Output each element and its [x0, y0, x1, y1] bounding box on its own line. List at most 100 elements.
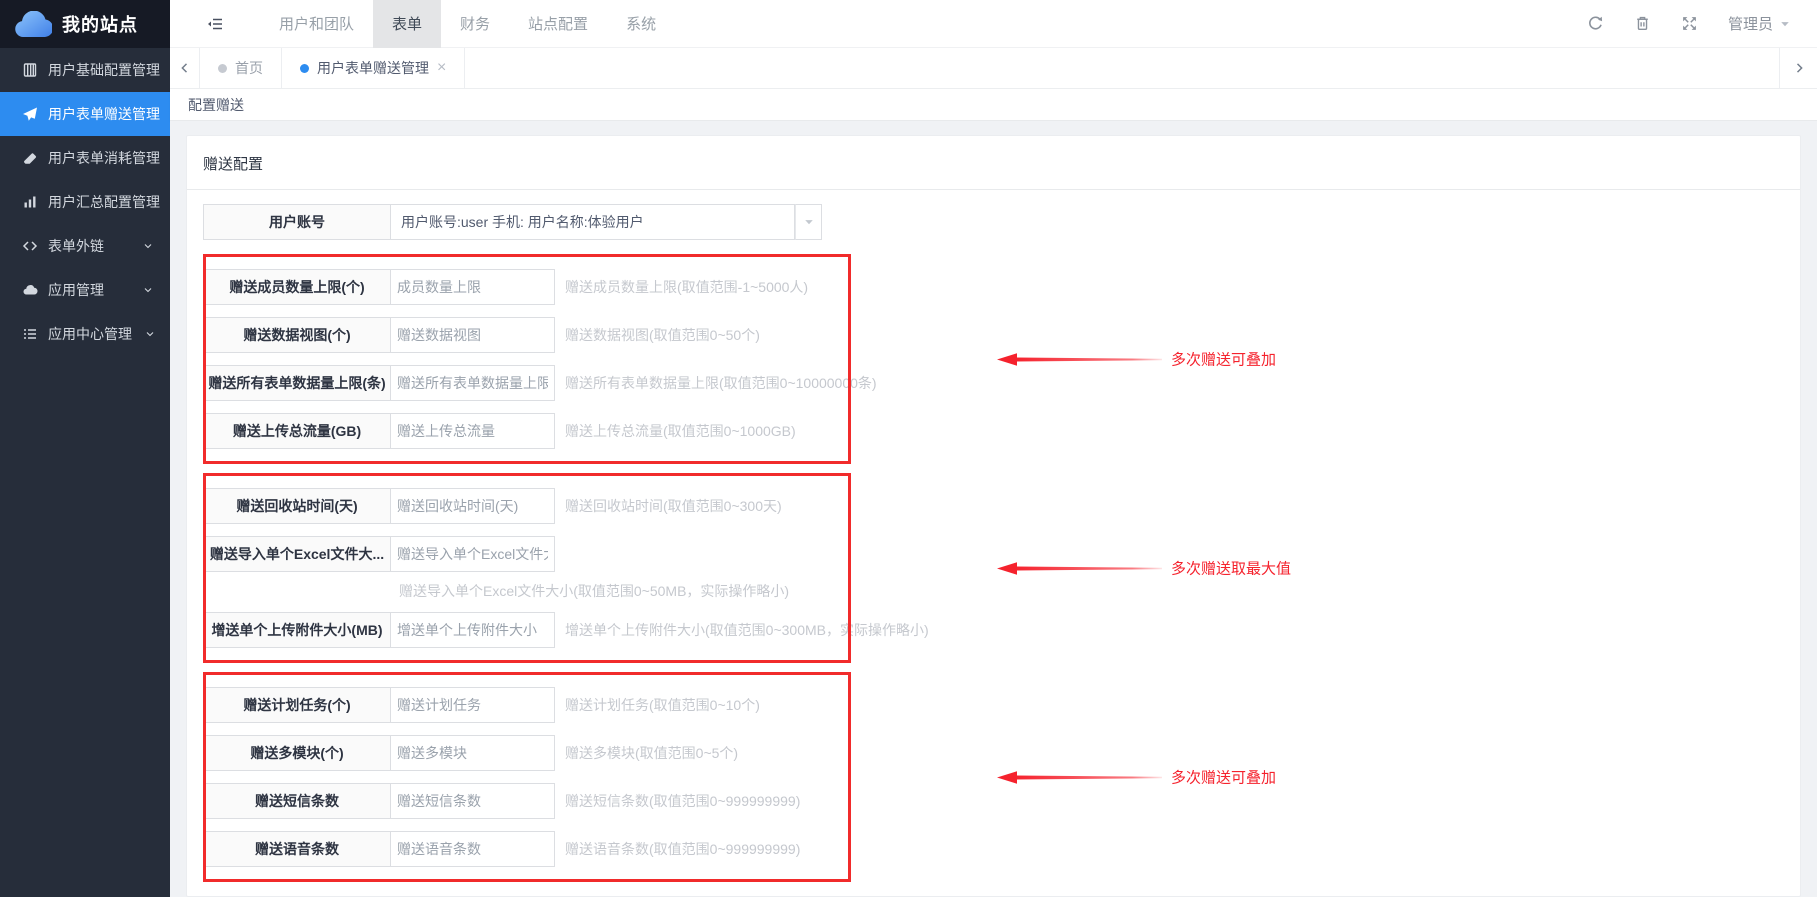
field-label: 赠送导入单个Excel文件大... — [203, 536, 391, 572]
tab-label: 首页 — [235, 60, 263, 76]
collapse-menu-icon[interactable] — [206, 16, 224, 32]
form-row-data-views: 赠送数据视图(个) 赠送数据视图(取值范围0~50个) — [203, 317, 851, 353]
multi-modules-input[interactable] — [391, 735, 555, 771]
scheduled-tasks-input[interactable] — [391, 687, 555, 723]
nav-site-config[interactable]: 站点配置 — [509, 0, 607, 48]
trash-icon[interactable] — [1634, 15, 1651, 32]
tab-user-form-gift[interactable]: 用户表单赠送管理 × — [282, 48, 466, 88]
recycle-time-input[interactable] — [391, 488, 555, 524]
tab-bar: 首页 用户表单赠送管理 × — [170, 48, 1817, 89]
annotation-text: 多次赠送可叠加 — [1171, 769, 1277, 787]
top-header: 我的站点 用户和团队 表单 财务 站点配置 系统 管理员 — [0, 0, 1817, 48]
field-label: 赠送多模块(个) — [203, 735, 391, 771]
form-row-sms-count: 赠送短信条数 赠送短信条数(取值范围0~999999999) — [203, 783, 851, 819]
nav-finance[interactable]: 财务 — [441, 0, 509, 48]
sidebar-item-label: 应用管理 — [48, 282, 104, 298]
nav-users-teams[interactable]: 用户和团队 — [260, 0, 373, 48]
sidebar-item-label: 用户表单赠送管理 — [48, 106, 160, 122]
list-icon — [24, 329, 36, 339]
field-label: 增送单个上传附件大小(MB) — [203, 612, 391, 648]
cloud-logo-icon — [15, 10, 52, 37]
nav-forms[interactable]: 表单 — [373, 0, 442, 48]
sidebar-item-user-form-gift[interactable]: 用户表单赠送管理 — [0, 92, 170, 136]
journal-icon — [23, 63, 37, 77]
sidebar-item-app-center-management[interactable]: 应用中心管理 — [0, 312, 170, 356]
sidebar-item-user-base-config[interactable]: 用户基础配置管理 — [0, 48, 170, 92]
attachment-size-input[interactable] — [391, 612, 555, 648]
upload-traffic-input[interactable] — [391, 413, 555, 449]
field-hint: 赠送上传总流量(取值范围0~1000GB) — [565, 423, 796, 439]
bar-chart-icon — [24, 196, 36, 208]
field-label: 用户账号 — [203, 204, 391, 240]
field-hint: 赠送短信条数(取值范围0~999999999) — [565, 793, 801, 809]
breadcrumb-current: 配置赠送 — [188, 96, 244, 113]
link-icon — [22, 241, 38, 251]
voice-count-input[interactable] — [391, 831, 555, 867]
member-limit-input[interactable] — [391, 269, 555, 305]
eraser-icon — [24, 153, 37, 164]
tab-home[interactable]: 首页 — [200, 48, 282, 88]
nav-system[interactable]: 系统 — [607, 0, 675, 48]
gift-group-stackable-1: 赠送成员数量上限(个) 赠送成员数量上限(取值范围-1~5000人) 赠送数据视… — [203, 254, 1276, 464]
annotation-text: 多次赠送可叠加 — [1171, 351, 1277, 369]
field-hint: 赠送计划任务(取值范围0~10个) — [565, 697, 760, 713]
breadcrumb: 配置赠送 — [170, 89, 1817, 121]
form-data-limit-input[interactable] — [391, 365, 555, 401]
sidebar-item-label: 用户汇总配置管理 — [48, 194, 160, 210]
gift-config-card: 赠送配置 用户账号 用户账号:user 手机: 用户名称:体验用户 赠送成员数量… — [186, 135, 1801, 897]
field-hint: 赠送语音条数(取值范围0~999999999) — [565, 841, 801, 857]
field-hint: 赠送数据视图(取值范围0~50个) — [565, 327, 760, 343]
field-label: 赠送上传总流量(GB) — [203, 413, 391, 449]
field-hint: 赠送导入单个Excel文件大小(取值范围0~50MB，实际操作略小) — [399, 583, 790, 599]
sidebar-item-app-management[interactable]: 应用管理 — [0, 268, 170, 312]
gift-config-form: 用户账号 用户账号:user 手机: 用户名称:体验用户 赠送成员数量上限(个) — [187, 190, 1800, 882]
annotation-stackable-1: 多次赠送可叠加 — [997, 349, 1276, 370]
field-hint: 赠送所有表单数据量上限(取值范围0~10000000条) — [565, 375, 877, 391]
annotation-stackable-2: 多次赠送可叠加 — [997, 767, 1276, 788]
form-row-scheduled-tasks: 赠送计划任务(个) 赠送计划任务(取值范围0~10个) — [203, 687, 851, 723]
gift-group-stackable-2: 赠送计划任务(个) 赠送计划任务(取值范围0~10个) 赠送多模块(个) 赠送多… — [203, 672, 1276, 882]
form-row-form-data-limit: 赠送所有表单数据量上限(条) 赠送所有表单数据量上限(取值范围0~1000000… — [203, 365, 877, 401]
select-caret-button[interactable] — [795, 204, 822, 240]
form-row-voice-count: 赠送语音条数 赠送语音条数(取值范围0~999999999) — [203, 831, 851, 867]
fullscreen-icon[interactable] — [1681, 15, 1698, 32]
tabs-scroll-left-icon[interactable] — [170, 48, 200, 88]
sidebar-item-form-external-link[interactable]: 表单外链 — [0, 224, 170, 268]
form-row-upload-traffic: 赠送上传总流量(GB) 赠送上传总流量(取值范围0~1000GB) — [203, 413, 851, 449]
close-icon[interactable]: × — [437, 60, 446, 76]
sms-count-input[interactable] — [391, 783, 555, 819]
field-hint: 赠送多模块(取值范围0~5个) — [565, 745, 739, 761]
excel-size-input[interactable] — [391, 536, 555, 572]
field-label: 赠送数据视图(个) — [203, 317, 391, 353]
user-account-value: 用户账号:user 手机: 用户名称:体验用户 — [401, 214, 644, 230]
sidebar-item-user-summary-config[interactable]: 用户汇总配置管理 — [0, 180, 170, 224]
form-row-excel-size: 赠送导入单个Excel文件大... 赠送导入单个Excel文件大小(取值范围0~… — [203, 536, 851, 600]
send-icon — [23, 107, 37, 121]
refresh-icon[interactable] — [1587, 15, 1604, 32]
form-row-recycle-time: 赠送回收站时间(天) 赠送回收站时间(取值范围0~300天) — [203, 488, 851, 524]
sidebar-item-label: 表单外链 — [48, 238, 104, 254]
tab-dot — [218, 63, 227, 73]
top-nav: 用户和团队 表单 财务 站点配置 系统 — [260, 0, 675, 48]
field-label: 赠送计划任务(个) — [203, 687, 391, 723]
data-views-input[interactable] — [391, 317, 555, 353]
form-row-multi-modules: 赠送多模块(个) 赠送多模块(取值范围0~5个) — [203, 735, 851, 771]
sidebar-item-label: 用户表单消耗管理 — [48, 150, 160, 166]
tab-dot — [300, 63, 309, 73]
sidebar-item-label: 应用中心管理 — [48, 326, 132, 342]
sidebar-item-user-form-consume[interactable]: 用户表单消耗管理 — [0, 136, 170, 180]
chevron-down-icon — [1781, 21, 1789, 26]
card-title: 赠送配置 — [203, 156, 264, 173]
user-account-select[interactable]: 用户账号:user 手机: 用户名称:体验用户 — [391, 204, 795, 240]
form-row-attachment-size: 增送单个上传附件大小(MB) 增送单个上传附件大小(取值范围0~300MB，实际… — [203, 612, 929, 648]
admin-user-menu[interactable]: 管理员 — [1728, 13, 1791, 34]
tabs-scroll-right-icon[interactable] — [1779, 48, 1817, 88]
chevron-down-icon — [146, 332, 154, 337]
cloud-icon — [23, 285, 38, 295]
field-label: 赠送回收站时间(天) — [203, 488, 391, 524]
annotation-text: 多次赠送取最大值 — [1171, 560, 1292, 578]
site-name: 我的站点 — [62, 15, 138, 35]
field-hint: 赠送成员数量上限(取值范围-1~5000人) — [565, 279, 809, 295]
annotation-max-value: 多次赠送取最大值 — [997, 558, 1291, 579]
admin-label: 管理员 — [1727, 16, 1773, 33]
